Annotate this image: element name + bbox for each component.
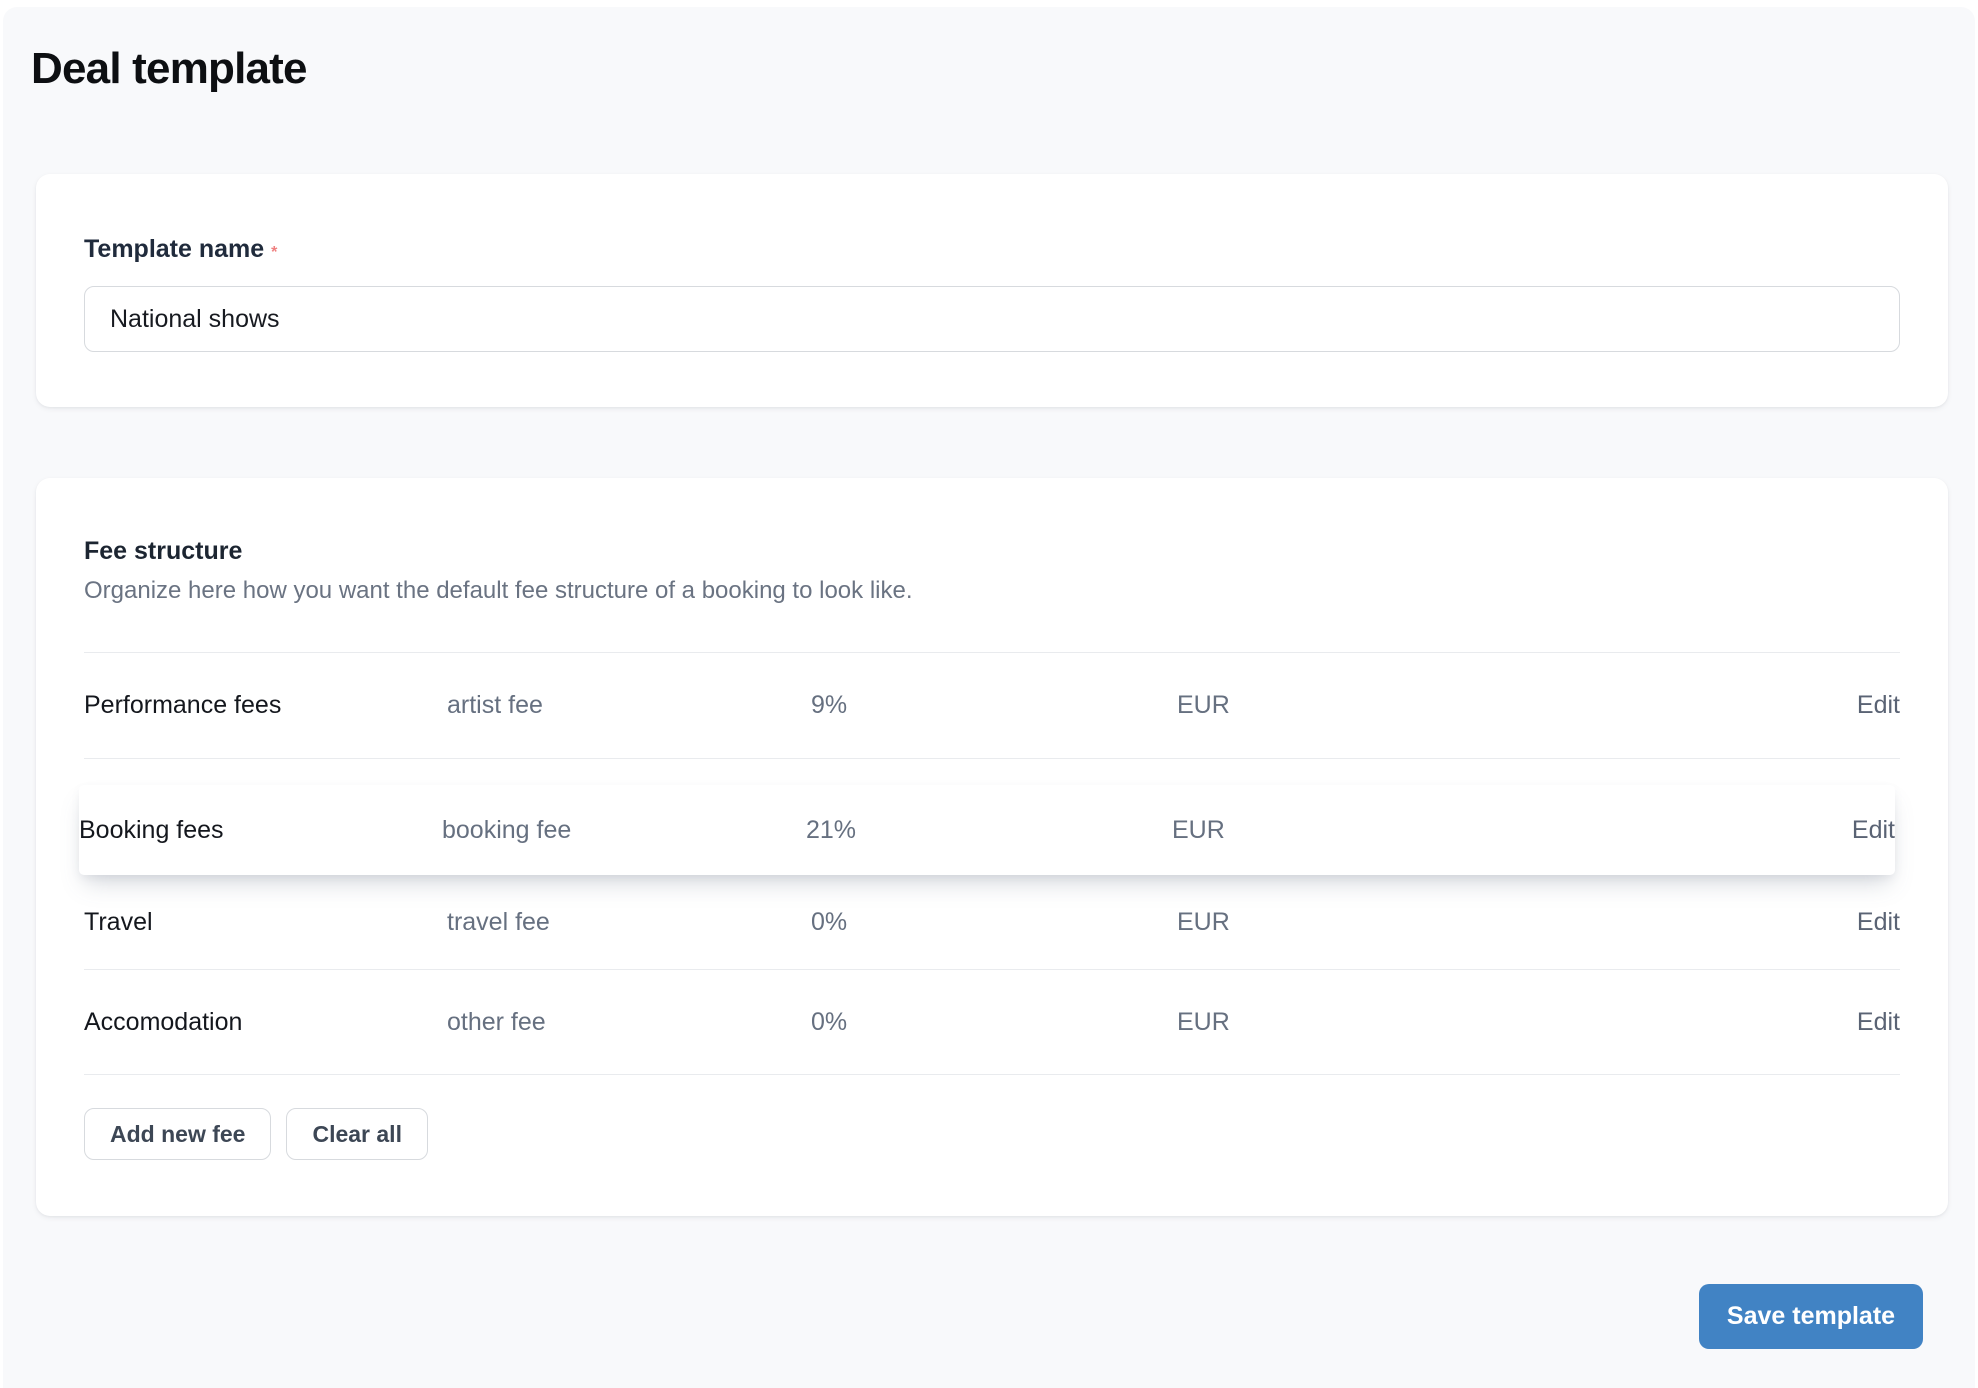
template-name-card: Template name * — [36, 174, 1948, 407]
fee-row-currency: EUR — [1177, 691, 1857, 720]
edit-link[interactable]: Edit — [1857, 691, 1900, 720]
template-name-input[interactable] — [84, 286, 1900, 352]
fee-row-performance[interactable]: Performance fees artist fee 9% EUR Edit — [84, 653, 1900, 759]
fee-row-label: booking fee — [442, 816, 806, 845]
fee-table-actions: Add new fee Clear all — [84, 1108, 1900, 1160]
fee-row-label: other fee — [447, 1008, 811, 1037]
save-template-button[interactable]: Save template — [1699, 1284, 1923, 1349]
fee-row-name: Booking fees — [79, 816, 442, 845]
add-new-fee-button[interactable]: Add new fee — [84, 1108, 271, 1160]
template-name-label: Template name — [84, 235, 264, 263]
fee-structure-title: Fee structure — [84, 536, 1900, 567]
fee-row-label: travel fee — [447, 908, 811, 937]
fee-row-accomodation[interactable]: Accomodation other fee 0% EUR Edit — [84, 970, 1900, 1075]
fee-row-currency: EUR — [1177, 908, 1857, 937]
edit-link[interactable]: Edit — [1852, 816, 1895, 845]
page-title: Deal template — [31, 44, 307, 94]
fee-row-booking-dragging[interactable]: Booking fees booking fee 21% EUR Edit — [79, 785, 1895, 875]
fee-row-percentage: 9% — [811, 691, 1177, 720]
fee-row-travel[interactable]: Travel travel fee 0% EUR Edit — [84, 875, 1900, 970]
fee-row-currency: EUR — [1177, 1008, 1857, 1037]
fee-row-percentage: 0% — [811, 1008, 1177, 1037]
fee-row-name: Travel — [84, 908, 447, 937]
fee-row-currency: EUR — [1172, 816, 1852, 845]
template-name-label-row: Template name * — [84, 234, 1900, 265]
fee-row-name: Performance fees — [84, 691, 447, 720]
fee-table: Performance fees artist fee 9% EUR Edit … — [84, 652, 1900, 1075]
fee-row-name: Accomodation — [84, 1008, 447, 1037]
fee-structure-description: Organize here how you want the default f… — [84, 576, 1900, 606]
fee-row-label: artist fee — [447, 691, 811, 720]
clear-all-button[interactable]: Clear all — [286, 1108, 428, 1160]
required-asterisk: * — [271, 244, 277, 261]
fee-row-percentage: 21% — [806, 816, 1172, 845]
fee-row-percentage: 0% — [811, 908, 1177, 937]
edit-link[interactable]: Edit — [1857, 1008, 1900, 1037]
edit-link[interactable]: Edit — [1857, 908, 1900, 937]
fee-structure-card: Fee structure Organize here how you want… — [36, 478, 1948, 1216]
